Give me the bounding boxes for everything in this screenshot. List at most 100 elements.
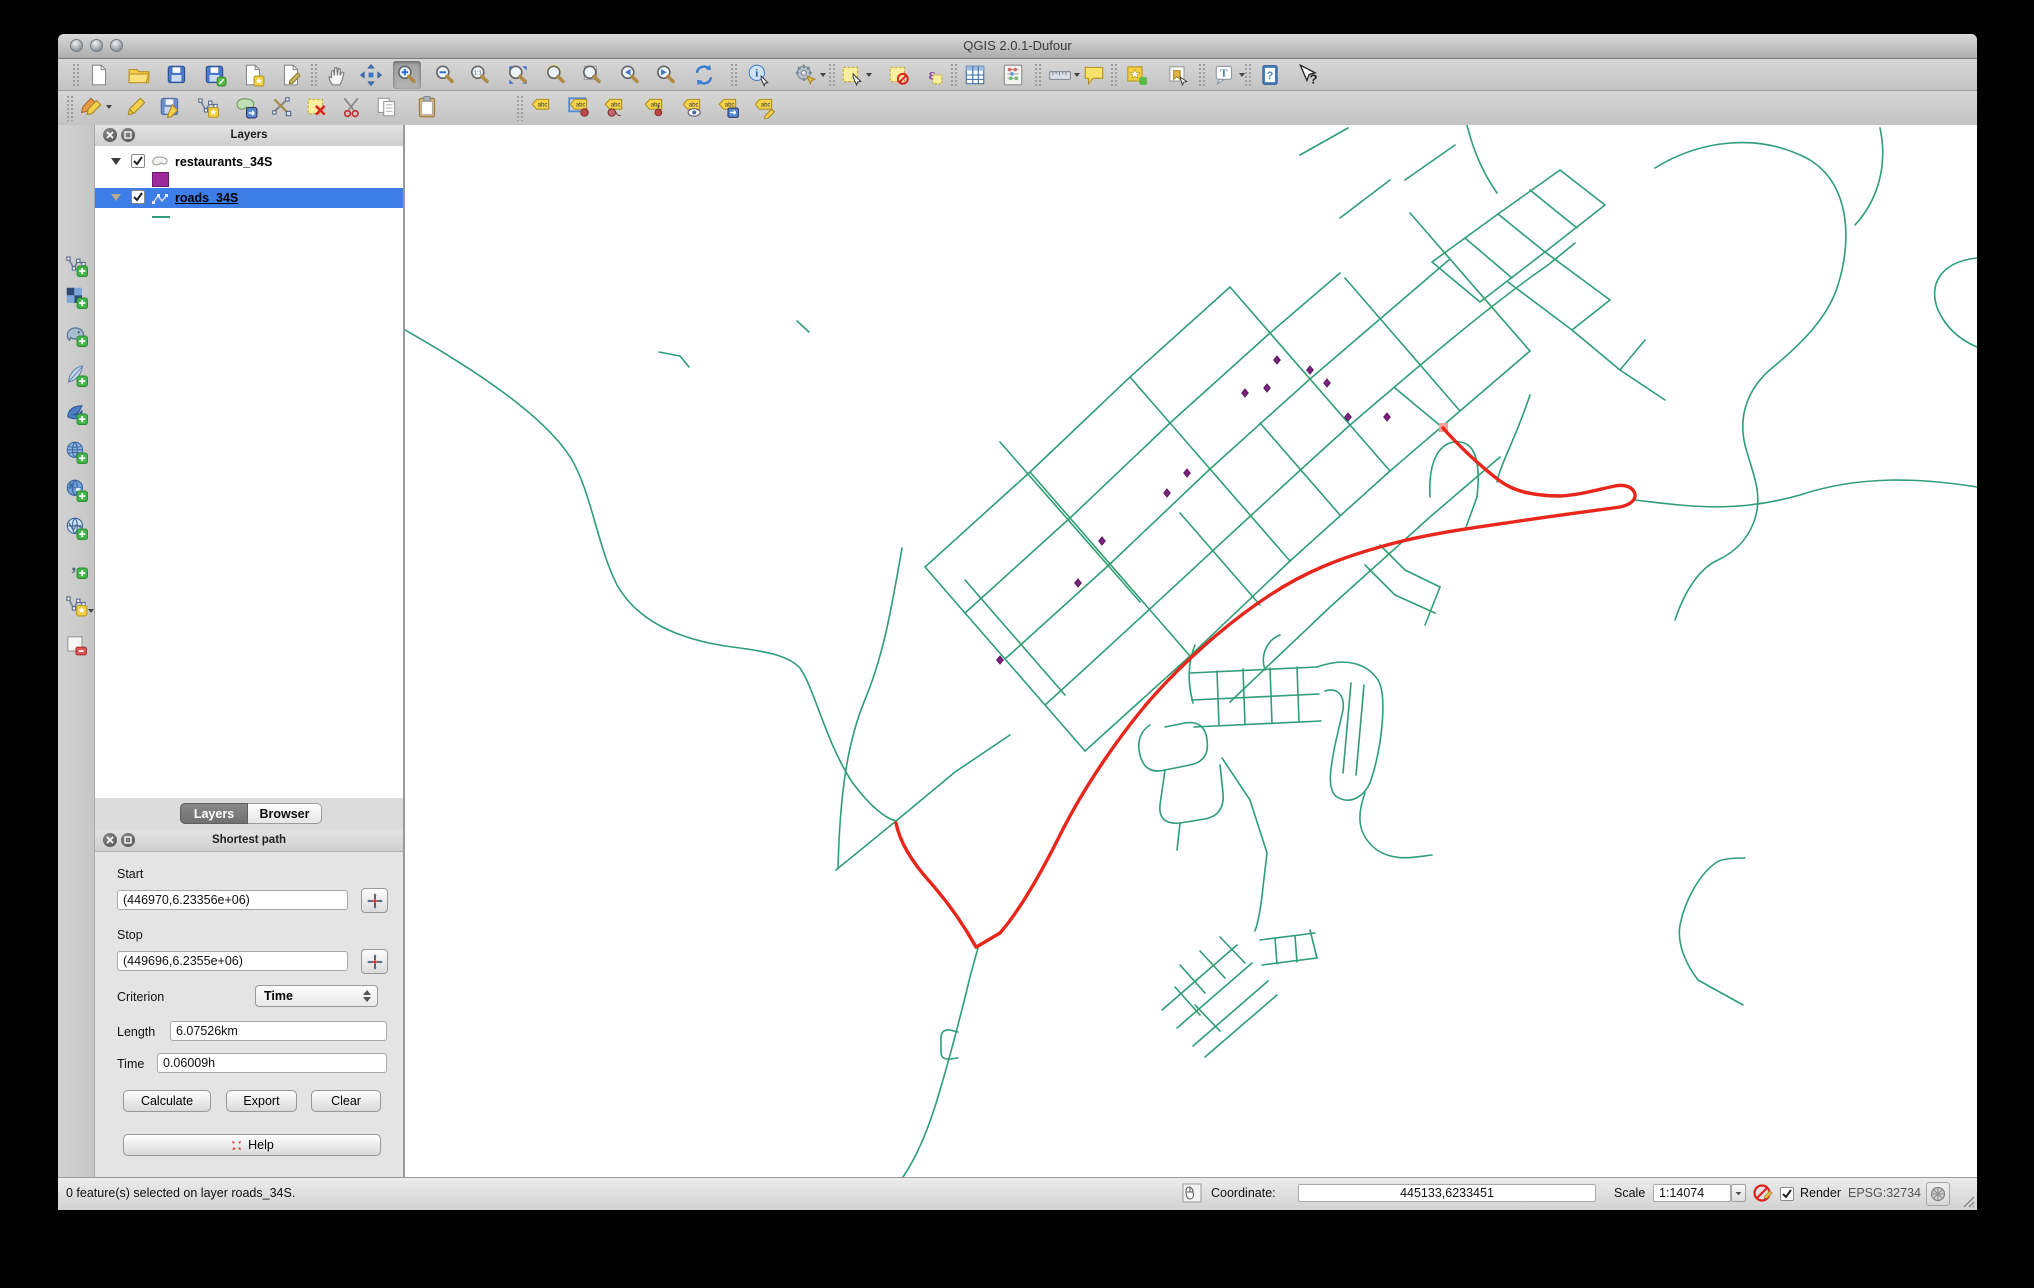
layer-row-restaurants[interactable]: restaurants_34S [95,152,403,172]
new-composer-icon[interactable] [239,61,267,89]
label-show-hide-icon[interactable]: abc [678,93,706,121]
cut-features-icon[interactable] [339,93,367,121]
add-mssql-layer-icon[interactable] [62,399,90,427]
field-calculator-icon[interactable] [999,61,1027,89]
crs-projector-icon[interactable] [1926,1182,1950,1206]
delete-selected-icon[interactable] [303,93,331,121]
title-bar[interactable]: QGIS 2.0.1-Dufour [58,34,1977,59]
show-bookmarks-icon[interactable] [1164,61,1192,89]
toolbar-handle[interactable] [950,63,957,86]
expand-icon[interactable] [111,194,121,201]
layer-row-roads[interactable]: roads_34S [95,188,403,208]
add-wfs-layer-icon[interactable] [62,514,90,542]
toolbar-handle[interactable] [828,63,835,86]
pan-map-icon[interactable] [323,61,351,89]
stop-render-icon[interactable] [1752,1182,1774,1204]
select-by-expression-icon[interactable]: ε [919,61,947,89]
select-rectangle-icon[interactable] [838,61,866,89]
toolbar-handle[interactable] [72,63,79,86]
toolbar-handle[interactable] [1110,63,1117,86]
label-pin-icon[interactable]: abc [640,93,668,121]
extent-toggle-icon[interactable] [1182,1183,1202,1203]
new-shapefile-layer-icon[interactable] [62,591,90,619]
add-spatialite-layer-icon[interactable] [62,361,90,389]
remove-layer-icon[interactable] [62,631,90,659]
label-rotate-icon[interactable]: abc [600,93,628,121]
save-project-icon[interactable] [163,61,191,89]
dropdown-arrow-icon[interactable] [1239,73,1245,77]
add-vector-layer-icon[interactable] [62,251,90,279]
layer-checkbox[interactable] [131,190,145,204]
clear-button[interactable]: Clear [311,1090,381,1112]
zoom-to-selection-icon[interactable] [542,61,570,89]
toolbar-handle[interactable] [730,63,737,86]
zoom-to-layer-icon[interactable] [578,61,606,89]
new-bookmark-icon[interactable] [1122,61,1150,89]
zoom-native-icon[interactable]: 1:1 [466,61,494,89]
scale-input[interactable] [1653,1184,1731,1202]
deselect-all-icon[interactable] [885,61,913,89]
roads-swatch[interactable] [152,216,170,218]
zoom-in-icon[interactable] [393,61,421,89]
toolbar-handle[interactable] [66,95,73,121]
text-annotation-icon[interactable]: T [1211,61,1239,89]
new-project-icon[interactable] [85,61,113,89]
capture-stop-point-icon[interactable] [361,949,388,974]
help-contents-icon[interactable]: ? [1256,61,1284,89]
label-properties-icon[interactable]: abc [750,93,778,121]
add-wms-layer-icon[interactable] [62,438,90,466]
restaurants-swatch[interactable] [152,172,169,187]
add-raster-layer-icon[interactable] [62,283,90,311]
add-postgis-layer-icon[interactable] [62,321,90,349]
time-field[interactable] [157,1053,387,1073]
open-project-icon[interactable] [125,61,153,89]
add-feature-icon[interactable] [194,93,222,121]
toolbar-handle[interactable] [1198,63,1205,86]
dropdown-arrow-icon[interactable] [88,609,94,613]
zoom-last-icon[interactable] [616,61,644,89]
labeling-icon[interactable]: abc [527,93,555,121]
zoom-next-icon[interactable] [652,61,680,89]
copy-features-icon[interactable] [373,93,401,121]
toolbar-handle[interactable] [310,63,317,86]
current-edits-icon[interactable] [78,93,106,121]
criterion-select[interactable]: Time [255,985,378,1007]
dropdown-arrow-icon[interactable] [820,73,826,77]
save-project-as-icon[interactable] [201,61,229,89]
capture-start-point-icon[interactable] [361,888,388,913]
composer-manager-icon[interactable] [277,61,305,89]
zoom-out-icon[interactable] [431,61,459,89]
toolbar-handle[interactable] [1034,63,1041,86]
refresh-icon[interactable] [690,61,718,89]
run-feature-action-icon[interactable] [792,61,820,89]
calculate-button[interactable]: Calculate [123,1090,211,1112]
render-checkbox[interactable] [1780,1187,1794,1201]
identify-features-icon[interactable]: i [745,61,773,89]
tab-browser[interactable]: Browser [248,803,322,824]
zoom-full-icon[interactable] [504,61,532,89]
move-feature-icon[interactable] [232,93,260,121]
scale-dropdown-icon[interactable] [1731,1184,1746,1202]
paste-features-icon[interactable] [413,93,441,121]
label-move-icon[interactable]: abc [565,93,593,121]
resize-grip[interactable] [1961,1194,1975,1208]
coordinate-input[interactable] [1298,1184,1596,1202]
layer-checkbox[interactable] [131,154,145,168]
export-button[interactable]: Export [226,1090,297,1112]
length-field[interactable] [170,1021,387,1041]
toolbar-handle[interactable] [516,95,523,121]
stop-input[interactable] [117,951,348,971]
dropdown-arrow-icon[interactable] [866,73,872,77]
add-wcs-layer-icon[interactable] [62,476,90,504]
expand-icon[interactable] [111,158,121,165]
attribute-table-icon[interactable] [961,61,989,89]
dropdown-arrow-icon[interactable] [106,105,112,109]
measure-line-icon[interactable] [1046,61,1074,89]
help-button[interactable]: Help [123,1134,381,1156]
save-layer-edits-icon[interactable] [156,93,184,121]
toolbar-handle[interactable] [1244,63,1251,86]
toggle-editing-icon[interactable] [123,93,151,121]
whats-this-icon[interactable]: ? [1294,61,1322,89]
map-canvas[interactable] [405,125,1977,1177]
node-tool-icon[interactable] [268,93,296,121]
